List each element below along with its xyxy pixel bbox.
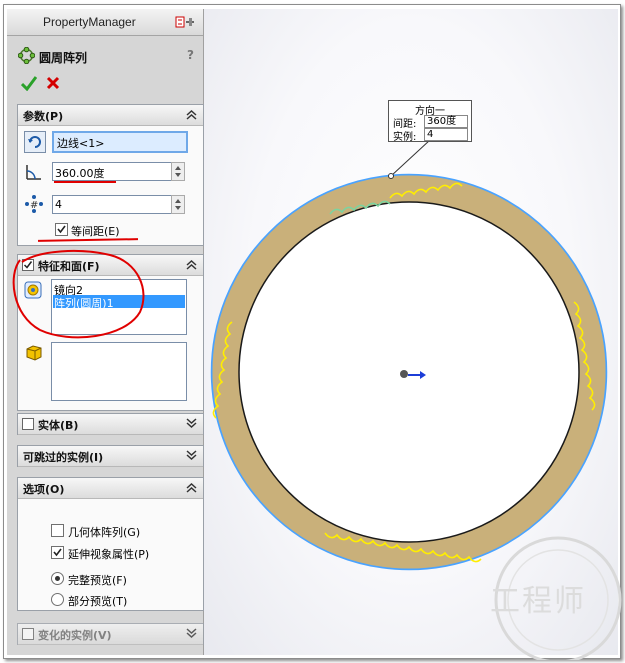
callout-spacing-value[interactable]: 360度 bbox=[424, 115, 468, 128]
ring-inner-edge bbox=[238, 201, 580, 543]
center-point-icon bbox=[400, 370, 408, 378]
callout-leader bbox=[390, 139, 431, 177]
callout-instances-value[interactable]: 4 bbox=[424, 128, 468, 141]
callout-instances-label: 实例: bbox=[393, 132, 417, 143]
model-view bbox=[210, 139, 608, 571]
callout-anchor bbox=[388, 173, 394, 179]
direction-callout[interactable]: 方向一 间距: 360度 实例: 4 bbox=[388, 100, 472, 143]
